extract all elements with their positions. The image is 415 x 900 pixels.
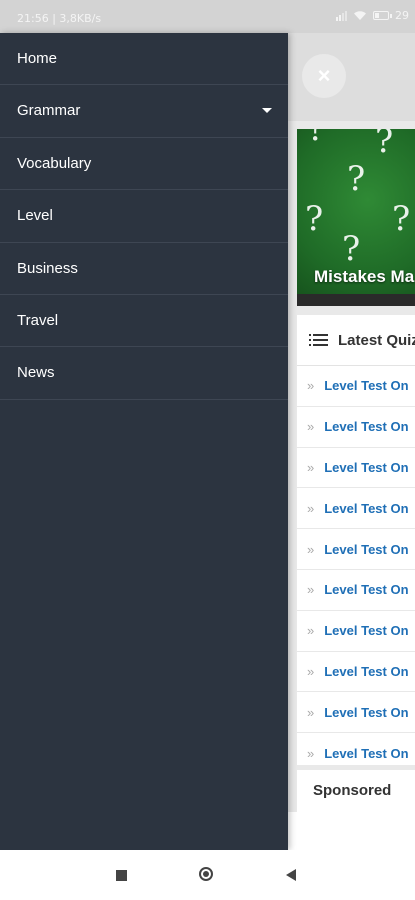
featured-post-card[interactable]: ? ? ? ? ? ? Mistakes Ma xyxy=(297,129,415,306)
latest-quiz-widget: Latest Quiz » Level Test On » Level Test On… xyxy=(297,315,415,765)
quiz-link[interactable]: Level Test On xyxy=(324,460,408,475)
caret-down-icon[interactable] xyxy=(262,108,272,114)
drawer-item-business[interactable]: Business xyxy=(0,243,288,295)
app-screen: 21:56 | 3,8KB/s 29 × ? ? ? ? ? ? Mistake… xyxy=(0,0,415,900)
latest-quiz-header: Latest Quiz xyxy=(297,315,415,366)
page-background xyxy=(288,812,415,850)
double-chevron-icon: » xyxy=(307,745,315,761)
double-chevron-icon: » xyxy=(307,541,315,557)
quiz-link[interactable]: Level Test On xyxy=(324,623,408,638)
drawer-item-level[interactable]: Level xyxy=(0,190,288,243)
close-glyph: × xyxy=(317,63,331,88)
quiz-link[interactable]: Level Test On xyxy=(324,746,408,761)
latest-quiz-title: Latest Quiz xyxy=(338,331,415,349)
signal-icon xyxy=(336,10,347,21)
quiz-list: » Level Test On » Level Test On » Level Test … xyxy=(297,366,415,765)
navigation-drawer: Home Grammar Vocabulary Level Business Travel… xyxy=(0,33,288,850)
double-chevron-icon: » xyxy=(307,378,315,394)
drawer-item-label: Business xyxy=(17,259,78,277)
status-bar: 21:56 | 3,8KB/s 29 xyxy=(0,0,415,33)
question-mark-decoration: ? xyxy=(392,199,411,239)
recents-button[interactable] xyxy=(116,870,127,881)
home-button[interactable] xyxy=(199,867,213,881)
drawer-item-home[interactable]: Home xyxy=(0,33,288,86)
battery-icon xyxy=(373,11,392,20)
double-chevron-icon: » xyxy=(307,582,315,598)
quiz-list-item[interactable]: » Level Test On xyxy=(297,529,415,570)
quiz-list-item[interactable]: » Level Test On xyxy=(297,366,415,407)
status-time: 21:56 xyxy=(17,12,49,25)
quiz-link[interactable]: Level Test On xyxy=(324,419,408,434)
drawer-item-label: Vocabulary xyxy=(17,154,92,172)
back-button[interactable] xyxy=(286,869,296,881)
question-mark-decoration: ? xyxy=(375,129,394,161)
sponsored-label: Sponsored xyxy=(297,770,415,812)
quiz-list-item[interactable]: » Level Test On xyxy=(297,733,415,765)
status-right: 29 xyxy=(336,9,409,22)
quiz-list-item[interactable]: » Level Test On xyxy=(297,692,415,734)
question-mark-decoration: ? xyxy=(307,129,326,149)
quiz-list-item[interactable]: » Level Test On xyxy=(297,448,415,489)
quiz-link[interactable]: Level Test On xyxy=(324,542,408,557)
status-left: 21:56 | 3,8KB/s xyxy=(17,12,102,25)
system-navigation-bar xyxy=(0,850,415,900)
double-chevron-icon: » xyxy=(307,459,315,475)
quiz-list-item[interactable]: » Level Test On xyxy=(297,611,415,652)
drawer-item-label: Travel xyxy=(17,311,59,329)
close-icon[interactable]: × xyxy=(302,54,346,98)
battery-percent: 29 xyxy=(395,9,409,22)
double-chevron-icon: » xyxy=(307,623,315,639)
question-mark-decoration: ? xyxy=(347,159,366,199)
question-mark-decoration: ? xyxy=(305,199,324,239)
quiz-link[interactable]: Level Test On xyxy=(324,664,408,679)
drawer-item-news[interactable]: News xyxy=(0,347,288,400)
drawer-item-grammar[interactable]: Grammar xyxy=(0,85,288,138)
quiz-list-item[interactable]: » Level Test On xyxy=(297,488,415,530)
quiz-link[interactable]: Level Test On xyxy=(324,582,408,597)
drawer-item-label: Level xyxy=(17,207,53,225)
drawer-item-label: News xyxy=(17,364,55,382)
quiz-list-item[interactable]: » Level Test On xyxy=(297,652,415,693)
drawer-item-label: Grammar xyxy=(17,102,81,120)
drawer-item-travel[interactable]: Travel xyxy=(0,295,288,348)
double-chevron-icon: » xyxy=(307,419,315,435)
quiz-link[interactable]: Level Test On xyxy=(324,501,408,516)
double-chevron-icon: » xyxy=(307,500,315,516)
question-mark-decoration: ? xyxy=(342,229,361,269)
network-speed: 3,8KB/s xyxy=(59,12,102,25)
wifi-icon xyxy=(354,11,366,20)
quiz-link[interactable]: Level Test On xyxy=(324,705,408,720)
quiz-list-item[interactable]: » Level Test On xyxy=(297,570,415,611)
double-chevron-icon: » xyxy=(307,663,315,679)
quiz-link[interactable]: Level Test On xyxy=(324,378,408,393)
featured-post-title: Mistakes Ma xyxy=(314,267,415,286)
quiz-list-item[interactable]: » Level Test On xyxy=(297,407,415,448)
drawer-item-vocabulary[interactable]: Vocabulary xyxy=(0,138,288,191)
double-chevron-icon: » xyxy=(307,704,315,720)
drawer-item-label: Home xyxy=(17,50,58,67)
list-icon xyxy=(309,334,328,346)
